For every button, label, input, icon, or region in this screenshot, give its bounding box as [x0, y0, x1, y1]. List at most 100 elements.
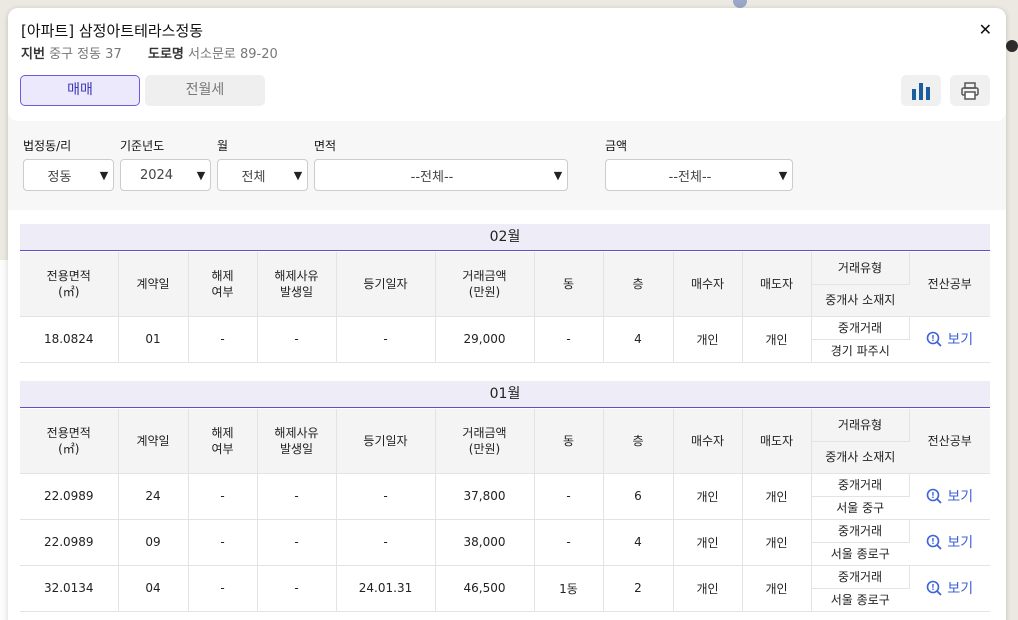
cell-agent-location: 경기 파주시 — [811, 339, 909, 363]
cell-building: - — [534, 519, 604, 566]
cell-buyer: 개인 — [673, 473, 743, 520]
column-header: 매수자 — [673, 252, 743, 317]
transaction-list[interactable]: 02월 전용면적 (㎡) 계약일 해제 여부 해제사유 발생일 등기일자 거래금액 (만원)… — [8, 210, 1006, 620]
table-row[interactable]: 22.0989 09- - -38,000-4 개인 개인 중개거래! 보기 — [20, 519, 990, 566]
view-ledger-link[interactable]: ! 보기 — [926, 578, 973, 598]
filter-month-label: 월 — [217, 139, 229, 153]
cell-cancel-date: - — [257, 473, 337, 520]
month-header: 02월 — [20, 224, 990, 251]
address-line: 지번 중구 정동 37 도로명 서소문로 89-20 — [21, 43, 278, 62]
filter-price-value: --전체-- — [668, 169, 712, 185]
chevron-down-icon: ▼ — [196, 168, 206, 182]
cell-ledger: ! 보기 — [909, 316, 990, 363]
view-label: 보기 — [947, 534, 974, 551]
filter-year-value: 2024 — [139, 167, 174, 183]
cell-area: 18.0824 — [20, 316, 119, 363]
month-header: 01월 — [20, 381, 990, 408]
filter-area-label: 면적 — [314, 139, 337, 153]
column-header: 매수자 — [673, 409, 743, 474]
column-header: 중개사 소재지 — [811, 441, 909, 474]
search-doc-icon: ! — [927, 331, 942, 347]
search-doc-icon: ! — [927, 488, 942, 504]
cell-building: - — [534, 316, 604, 363]
column-header: 매도자 — [742, 409, 812, 474]
cell-agent-location: 서울 종로구 — [811, 588, 909, 612]
cell-day: 01 — [118, 316, 189, 363]
cell-agent-location: 서울 중구 — [811, 496, 909, 520]
svg-text:!: ! — [932, 537, 936, 546]
column-header: 거래금액 (만원) — [435, 252, 535, 317]
cell-deal-type: 중개거래 — [811, 519, 910, 543]
svg-text:!: ! — [932, 491, 936, 500]
close-icon[interactable]: ✕ — [979, 20, 992, 39]
cell-floor: 4 — [603, 519, 674, 566]
view-ledger-link[interactable]: ! 보기 — [926, 486, 973, 506]
tab-sale[interactable]: 매매 — [20, 75, 140, 106]
column-header: 계약일 — [118, 409, 189, 474]
filter-year-select[interactable]: 2024 ▼ — [120, 159, 211, 191]
column-header: 전용면적 (㎡) — [20, 252, 119, 317]
search-doc-icon: ! — [927, 534, 942, 550]
cell-reg-date: - — [336, 473, 436, 520]
filter-dong-select[interactable]: 정동 ▼ — [23, 159, 114, 191]
table-row[interactable]: 32.0134 04- -24.01.31 46,500 1동 2 개인 개인 중개거래! 보기 — [20, 565, 990, 612]
column-header: 전산공부 — [909, 409, 990, 474]
column-header: 등기일자 — [336, 252, 436, 317]
chevron-down-icon: ▼ — [778, 168, 788, 182]
view-label: 보기 — [947, 580, 974, 597]
filter-dong-label: 법정동/리 — [23, 139, 72, 153]
column-header: 전용면적 (㎡) — [20, 409, 119, 474]
transaction-table: 전용면적 (㎡) 계약일 해제 여부 해제사유 발생일 등기일자 거래금액 (만원) 동 층 매… — [20, 252, 990, 363]
cell-price: 29,000 — [435, 316, 535, 363]
cell-area: 32.0134 — [20, 565, 119, 612]
chevron-down-icon: ▼ — [553, 168, 563, 182]
column-header: 거래금액 (만원) — [435, 409, 535, 474]
cell-day: 24 — [118, 473, 189, 520]
column-header: 계약일 — [118, 252, 189, 317]
table-row[interactable]: 22.0989 24- - -37,800-6 개인 개인 중개거래! 보기 — [20, 473, 990, 520]
column-header: 등기일자 — [336, 409, 436, 474]
view-ledger-link[interactable]: ! 보기 — [926, 329, 973, 349]
cell-area: 22.0989 — [20, 473, 119, 520]
cell-area: 22.0989 — [20, 519, 119, 566]
cell-cancel-date: - — [257, 519, 337, 566]
filter-year-label: 기준년도 — [120, 139, 165, 153]
cell-deal-type: 중개거래 — [811, 565, 910, 589]
print-button[interactable] — [950, 75, 990, 106]
panel-header: [아파트] 삼정아트테라스정동 지번 중구 정동 37 도로명 서소문로 89-… — [8, 8, 1006, 121]
view-ledger-link[interactable]: ! 보기 — [926, 532, 973, 552]
table-row[interactable]: 18.0824 01- - -29,000-4 개인 개인 중개거래! 보기 — [20, 316, 990, 363]
column-header: 거래유형 — [811, 409, 910, 442]
cell-deal-type: 중개거래 — [811, 473, 910, 497]
transaction-panel: [아파트] 삼정아트테라스정동 지번 중구 정동 37 도로명 서소문로 89-… — [8, 8, 1006, 620]
cell-seller: 개인 — [742, 519, 812, 566]
cell-reg-date: - — [336, 316, 436, 363]
cell-floor: 2 — [603, 565, 674, 612]
column-header: 거래유형 — [811, 252, 910, 285]
cell-cancel: - — [188, 565, 258, 612]
chart-button[interactable] — [901, 75, 941, 106]
road-label: 도로명 — [148, 47, 184, 62]
svg-text:!: ! — [932, 334, 936, 343]
cell-floor: 4 — [603, 316, 674, 363]
tab-rent[interactable]: 전월세 — [145, 75, 265, 106]
column-header: 동 — [534, 252, 604, 317]
page-title: [아파트] 삼정아트테라스정동 — [21, 22, 204, 40]
cell-day: 09 — [118, 519, 189, 566]
search-doc-icon: ! — [927, 580, 942, 596]
filter-month-value: 전체 — [241, 169, 266, 185]
cell-ledger: ! 보기 — [909, 473, 990, 520]
filter-month-select[interactable]: 전체 ▼ — [217, 159, 308, 191]
cell-ledger: ! 보기 — [909, 519, 990, 566]
filter-bar: 법정동/리 정동 ▼ 기준년도 2024 ▼ 월 전체 ▼ 면적 --전체-- … — [8, 121, 1006, 211]
cell-building: - — [534, 473, 604, 520]
column-header: 동 — [534, 409, 604, 474]
column-header: 매도자 — [742, 252, 812, 317]
cell-building: 1동 — [534, 565, 604, 612]
filter-area-select[interactable]: --전체-- ▼ — [314, 159, 568, 191]
column-header: 해제사유 발생일 — [257, 409, 337, 474]
cell-cancel-date: - — [257, 316, 337, 363]
filter-price-select[interactable]: --전체-- ▼ — [605, 159, 793, 191]
cell-buyer: 개인 — [673, 565, 743, 612]
chevron-down-icon: ▼ — [99, 168, 109, 182]
